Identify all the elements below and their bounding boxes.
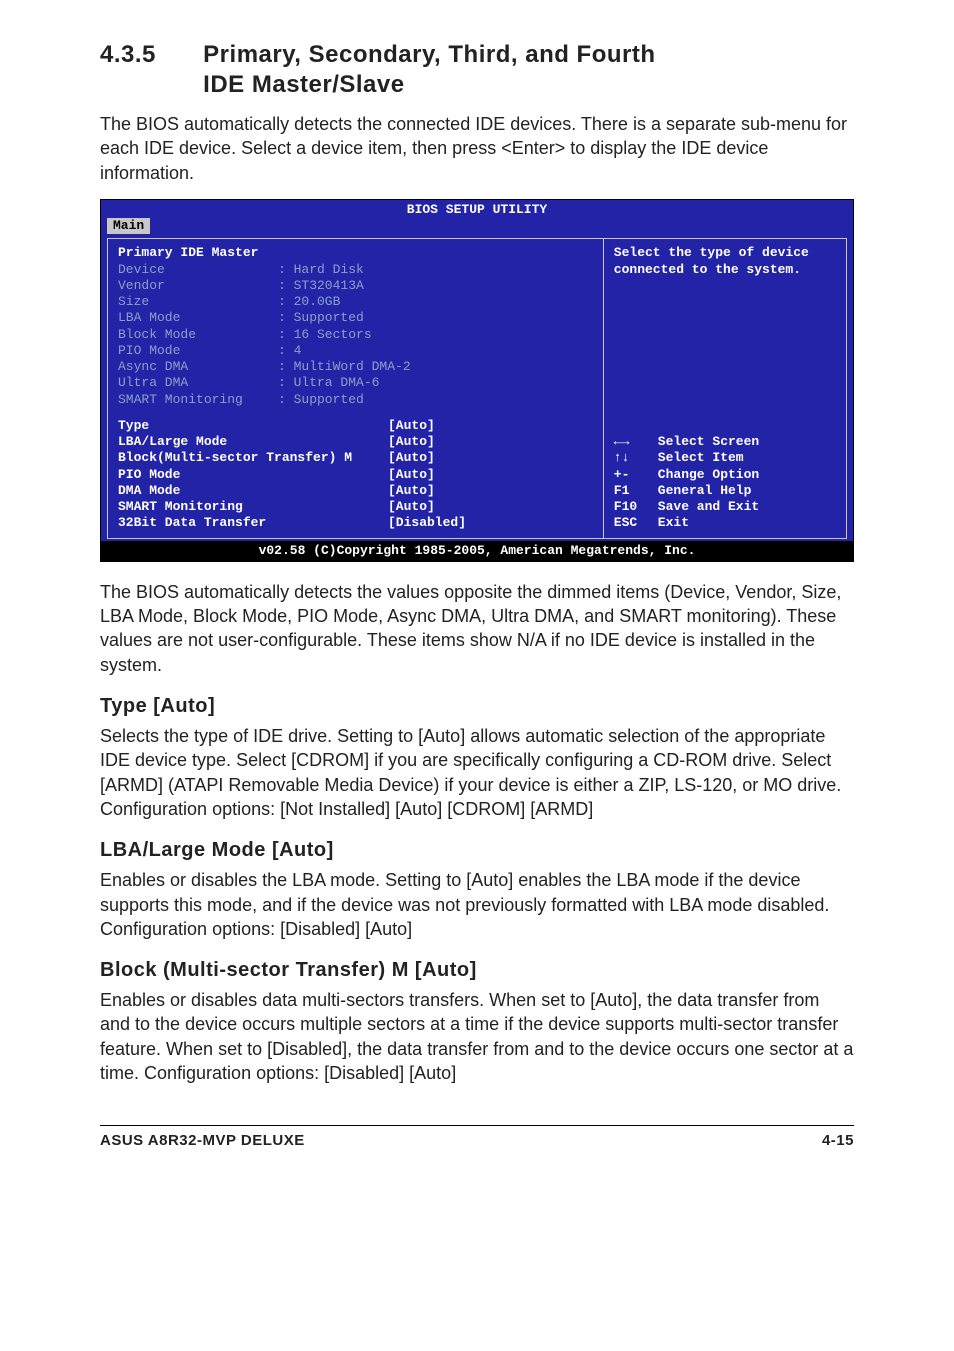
legend-row: ←→Select Screen xyxy=(614,434,836,450)
option-value: [Auto] xyxy=(388,418,435,434)
option-label: Type xyxy=(118,418,388,434)
info-label: Size xyxy=(118,294,278,310)
section-title-line1: Primary, Secondary, Third, and Fourth xyxy=(203,41,655,68)
info-value: : 4 xyxy=(278,343,301,359)
legend-desc: Exit xyxy=(658,515,689,531)
option-label: 32Bit Data Transfer xyxy=(118,515,388,531)
info-label: Async DMA xyxy=(118,359,278,375)
legend-key: ↑↓ xyxy=(614,450,658,466)
info-label: SMART Monitoring xyxy=(118,392,278,408)
lba-body: Enables or disables the LBA mode. Settin… xyxy=(100,868,854,941)
option-label: PIO Mode xyxy=(118,467,388,483)
bios-right-pane: Select the type of device connected to t… xyxy=(603,238,847,538)
option-value: [Auto] xyxy=(388,467,435,483)
footer-right: 4-15 xyxy=(822,1132,854,1149)
info-value: : Supported xyxy=(278,392,364,408)
option-value: [Disabled] xyxy=(388,515,466,531)
option-label: SMART Monitoring xyxy=(118,499,388,515)
info-row: Block Mode: 16 Sectors xyxy=(118,327,593,343)
option-label: DMA Mode xyxy=(118,483,388,499)
section-number: 4.3.5 xyxy=(100,40,196,70)
legend-row: F10Save and Exit xyxy=(614,499,836,515)
bios-title: BIOS SETUP UTILITY xyxy=(101,200,853,218)
info-row: Ultra DMA: Ultra DMA-6 xyxy=(118,375,593,391)
option-row: Type[Auto] xyxy=(118,418,593,434)
legend-key: ESC xyxy=(614,515,658,531)
info-value: : ST320413A xyxy=(278,278,364,294)
legend-key: ←→ xyxy=(614,434,658,450)
option-label: Block(Multi-sector Transfer) M xyxy=(118,450,388,466)
bios-copyright: v02.58 (C)Copyright 1985-2005, American … xyxy=(101,541,853,561)
option-value: [Auto] xyxy=(388,499,435,515)
legend-desc: General Help xyxy=(658,483,752,499)
legend-desc: Select Screen xyxy=(658,434,759,450)
info-row: LBA Mode: Supported xyxy=(118,310,593,326)
section-title: Primary, Secondary, Third, and Fourth ID… xyxy=(203,40,655,100)
info-label: Ultra DMA xyxy=(118,375,278,391)
legend-desc: Select Item xyxy=(658,450,744,466)
legend-row: ESCExit xyxy=(614,515,836,531)
info-row: Vendor: ST320413A xyxy=(118,278,593,294)
info-value: : 16 Sectors xyxy=(278,327,372,343)
legend-key: F1 xyxy=(614,483,658,499)
bios-menubar: Main xyxy=(101,218,853,238)
info-value: : Supported xyxy=(278,310,364,326)
option-row: SMART Monitoring[Auto] xyxy=(118,499,593,515)
legend-row: F1General Help xyxy=(614,483,836,499)
info-label: LBA Mode xyxy=(118,310,278,326)
legend-desc: Save and Exit xyxy=(658,499,759,515)
option-row: 32Bit Data Transfer[Disabled] xyxy=(118,515,593,531)
legend-key: +- xyxy=(614,467,658,483)
after-bios-paragraph: The BIOS automatically detects the value… xyxy=(100,580,854,677)
info-label: Block Mode xyxy=(118,327,278,343)
bios-info-block: Device: Hard Disk Vendor: ST320413A Size… xyxy=(118,262,593,408)
info-label: Vendor xyxy=(118,278,278,294)
info-row: Device: Hard Disk xyxy=(118,262,593,278)
option-row: LBA/Large Mode[Auto] xyxy=(118,434,593,450)
page-footer: ASUS A8R32-MVP DELUXE 4-15 xyxy=(100,1125,854,1149)
section-title-line2: IDE Master/Slave xyxy=(203,71,404,98)
info-label: PIO Mode xyxy=(118,343,278,359)
option-value: [Auto] xyxy=(388,483,435,499)
bios-legend: ←→Select Screen ↑↓Select Item +-Change O… xyxy=(614,424,836,532)
lba-heading: LBA/Large Mode [Auto] xyxy=(100,839,854,862)
option-value: [Auto] xyxy=(388,450,435,466)
option-value: [Auto] xyxy=(388,434,435,450)
option-label: LBA/Large Mode xyxy=(118,434,388,450)
bios-option-block: Type[Auto] LBA/Large Mode[Auto] Block(Mu… xyxy=(118,418,593,532)
bios-panel-title: Primary IDE Master xyxy=(118,245,593,261)
type-body: Selects the type of IDE drive. Setting t… xyxy=(100,724,854,821)
info-value: : Hard Disk xyxy=(278,262,364,278)
info-row: Size: 20.0GB xyxy=(118,294,593,310)
info-row: Async DMA: MultiWord DMA-2 xyxy=(118,359,593,375)
bios-tab-main: Main xyxy=(107,218,150,234)
option-row: Block(Multi-sector Transfer) M[Auto] xyxy=(118,450,593,466)
footer-left: ASUS A8R32-MVP DELUXE xyxy=(100,1132,305,1149)
bios-panel: Primary IDE Master Device: Hard Disk Ven… xyxy=(107,238,847,538)
info-value: : Ultra DMA-6 xyxy=(278,375,379,391)
option-row: DMA Mode[Auto] xyxy=(118,483,593,499)
legend-key: F10 xyxy=(614,499,658,515)
intro-paragraph: The BIOS automatically detects the conne… xyxy=(100,112,854,185)
info-row: SMART Monitoring: Supported xyxy=(118,392,593,408)
legend-desc: Change Option xyxy=(658,467,759,483)
info-row: PIO Mode: 4 xyxy=(118,343,593,359)
bios-screenshot: BIOS SETUP UTILITY Main Primary IDE Mast… xyxy=(100,199,854,562)
bios-left-pane: Primary IDE Master Device: Hard Disk Ven… xyxy=(107,238,603,538)
info-value: : MultiWord DMA-2 xyxy=(278,359,411,375)
info-value: : 20.0GB xyxy=(278,294,340,310)
bios-help-text: Select the type of device connected to t… xyxy=(614,245,836,278)
block-heading: Block (Multi-sector Transfer) M [Auto] xyxy=(100,959,854,982)
block-body: Enables or disables data multi-sectors t… xyxy=(100,988,854,1085)
info-label: Device xyxy=(118,262,278,278)
legend-row: +-Change Option xyxy=(614,467,836,483)
type-heading: Type [Auto] xyxy=(100,695,854,718)
section-heading: 4.3.5 Primary, Secondary, Third, and Fou… xyxy=(100,40,854,100)
legend-row: ↑↓Select Item xyxy=(614,450,836,466)
option-row: PIO Mode[Auto] xyxy=(118,467,593,483)
